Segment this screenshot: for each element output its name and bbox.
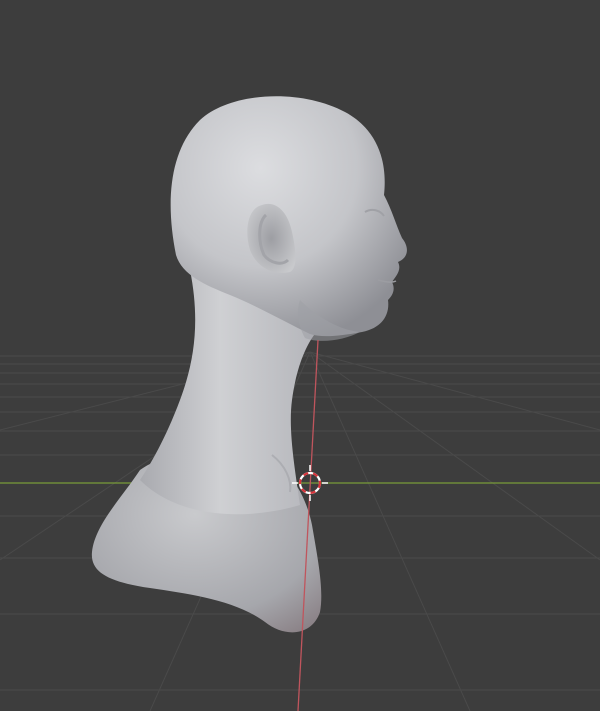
3d-viewport[interactable] <box>0 0 600 711</box>
